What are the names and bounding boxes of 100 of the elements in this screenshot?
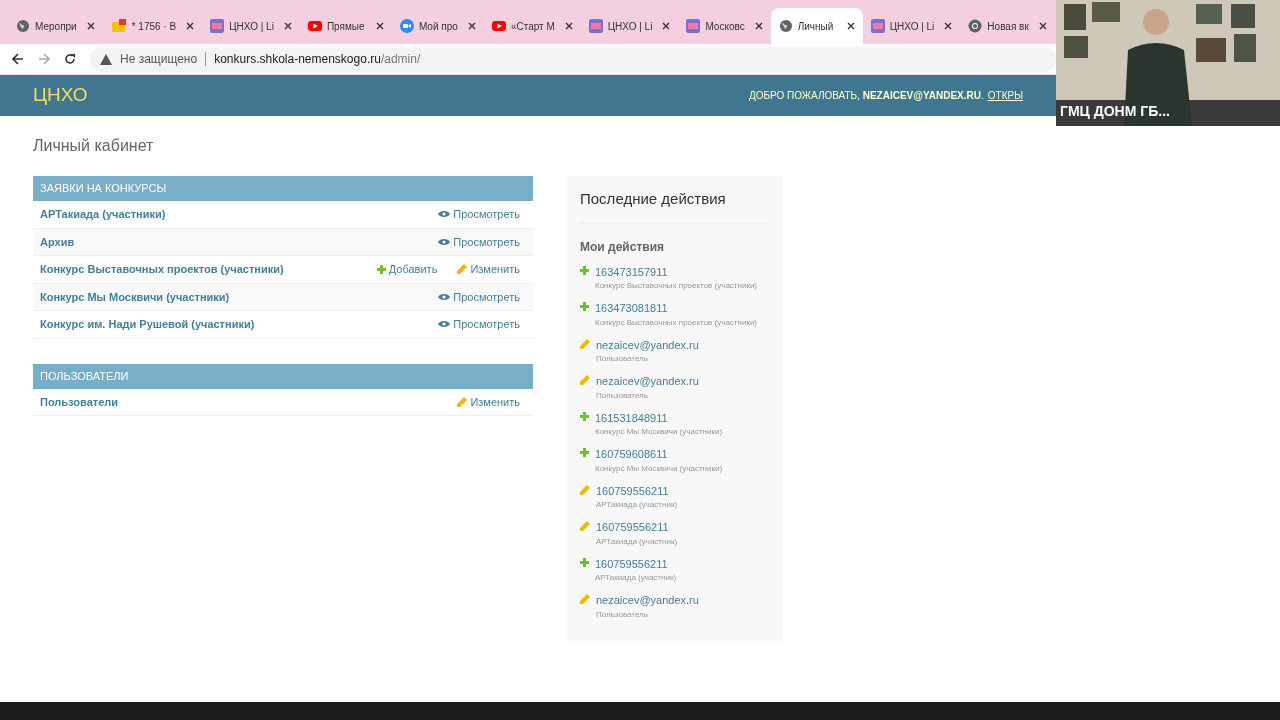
page-title: Личный кабинет bbox=[33, 136, 155, 156]
close-icon[interactable] bbox=[564, 22, 573, 30]
close-icon[interactable] bbox=[662, 22, 671, 30]
panel-title: Последние действия bbox=[580, 176, 770, 224]
pencil-icon bbox=[580, 484, 590, 495]
plus-icon bbox=[580, 265, 589, 275]
action-link[interactable]: 161531848911 bbox=[595, 409, 723, 426]
action-type: Конкурс Выставочных проектов (участники) bbox=[595, 280, 758, 292]
action-link[interactable]: Просмотреть bbox=[438, 206, 520, 223]
browser-tab[interactable]: ЦНХО | Li bbox=[862, 8, 961, 44]
browser-tab[interactable]: * 1756 · В bbox=[102, 8, 203, 44]
browser-tab[interactable]: ЦНХО | Li bbox=[580, 8, 679, 44]
browser-tab[interactable]: Меропри bbox=[8, 8, 103, 44]
action-link[interactable]: 160759556211 bbox=[596, 482, 678, 499]
action-type: Конкурс Мы Москвичи (участники) bbox=[595, 462, 723, 475]
model-link[interactable]: АРТакиада (участники) bbox=[40, 206, 439, 223]
action-link[interactable]: nezaicev@yandex.ru bbox=[596, 336, 699, 353]
action-type: Конкурс Выставочных проектов (участники) bbox=[595, 316, 758, 329]
pencil-icon bbox=[580, 375, 590, 385]
reload-icon[interactable] bbox=[64, 53, 76, 65]
action-type: Конкурс Мы Москвичи (участники) bbox=[595, 426, 723, 438]
tab-title: Прямые bbox=[326, 19, 365, 34]
url-text: konkurs.shkola-nemenskogo.ru/admin/ bbox=[214, 51, 421, 68]
browser-tab[interactable]: Мой про bbox=[391, 8, 484, 44]
action-type: Пользователь bbox=[596, 353, 649, 365]
eye-icon bbox=[438, 210, 451, 219]
action-link[interactable]: Добавить bbox=[376, 261, 438, 278]
warning-icon bbox=[100, 53, 112, 65]
chrome-icon bbox=[968, 19, 983, 33]
action-link[interactable]: Изменить bbox=[457, 393, 520, 410]
model-link[interactable]: Конкурс им. Нади Рушевой (участники) bbox=[40, 316, 439, 333]
action-link[interactable]: nezaicev@yandex.ru bbox=[596, 373, 699, 390]
model-link[interactable]: Архив bbox=[40, 233, 439, 250]
plus-icon bbox=[580, 411, 589, 421]
browser-tab[interactable]: Московс bbox=[678, 8, 771, 44]
action-link[interactable]: Просмотреть bbox=[438, 288, 520, 305]
globe-icon bbox=[778, 19, 793, 33]
action-type: АРТакиада (участник) bbox=[596, 499, 678, 511]
play-icon bbox=[307, 21, 322, 31]
module-caption: ПОЛЬЗОВАТЕЛИ bbox=[33, 363, 533, 389]
welcome-text: ДОБРО ПОЖАЛОВАТЬ, NEZAICEV@YANDEX.RU. bbox=[748, 89, 984, 103]
action-link[interactable]: 160759556211 bbox=[595, 555, 677, 572]
header-link[interactable]: ОТКРЫ bbox=[987, 88, 1023, 103]
action-link[interactable]: 163473157911 bbox=[595, 263, 758, 280]
browser-tab[interactable]: Личный bbox=[770, 8, 863, 44]
browser-tab[interactable]: «Старт М bbox=[483, 8, 581, 44]
tab-title: ЦНХО | Li bbox=[889, 19, 935, 34]
tab-title: Мой про bbox=[418, 19, 458, 34]
address-field[interactable]: Не защищено konkurs.shkola-nemenskogo.ru/admin/ bbox=[90, 46, 1056, 72]
action-link[interactable]: 160759608611 bbox=[595, 446, 723, 463]
close-icon[interactable] bbox=[283, 22, 292, 30]
browser-tab[interactable]: Прямые bbox=[299, 8, 392, 44]
action-type: Пользователь bbox=[596, 389, 649, 402]
participant-name: ГМЦ ДОНМ ГБ... bbox=[1060, 102, 1170, 121]
back-arrow-icon[interactable] bbox=[12, 53, 24, 65]
browser-tab[interactable]: ЦНХО | Li bbox=[202, 8, 300, 44]
tab-title: ЦНХО | Li bbox=[229, 19, 274, 34]
pencil-icon bbox=[457, 396, 468, 407]
logo-icon bbox=[210, 19, 225, 33]
action-link[interactable]: nezaicev@yandex.ru bbox=[596, 592, 699, 609]
security-label: Не защищено bbox=[120, 51, 198, 68]
site-brand[interactable]: ЦНХО bbox=[33, 81, 88, 110]
camera-icon bbox=[399, 19, 414, 33]
pencil-icon bbox=[580, 338, 590, 349]
close-icon[interactable] bbox=[846, 22, 855, 30]
action-link[interactable]: Изменить bbox=[457, 261, 520, 278]
action-type: АРТакиада (участник) bbox=[596, 535, 678, 548]
logo-icon bbox=[870, 19, 885, 33]
close-icon[interactable] bbox=[467, 22, 476, 30]
eye-icon bbox=[438, 292, 451, 301]
close-icon[interactable] bbox=[1038, 22, 1047, 30]
eye-icon bbox=[438, 320, 451, 329]
action-link[interactable]: 163473081811 bbox=[595, 300, 758, 317]
tab-title: Московс bbox=[705, 19, 745, 34]
action-link[interactable]: Просмотреть bbox=[438, 316, 520, 333]
action-link[interactable]: Просмотреть bbox=[438, 233, 520, 250]
close-icon[interactable] bbox=[754, 22, 763, 30]
eye-icon bbox=[438, 237, 451, 246]
tab-title: Меропри bbox=[35, 19, 77, 34]
tab-title: * 1756 · В bbox=[131, 19, 177, 34]
close-icon[interactable] bbox=[186, 22, 195, 30]
close-icon[interactable] bbox=[86, 22, 95, 30]
close-icon[interactable] bbox=[375, 22, 384, 30]
plus-icon bbox=[580, 557, 589, 567]
browser-tab[interactable]: Новая вк bbox=[960, 8, 1055, 44]
logo-icon bbox=[686, 19, 701, 33]
plus-icon bbox=[580, 302, 589, 311]
model-link[interactable]: Конкурс Мы Москвичи (участники) bbox=[40, 288, 439, 305]
envelope-icon bbox=[110, 19, 127, 33]
play-icon bbox=[491, 21, 506, 31]
tab-title: Личный bbox=[797, 19, 834, 34]
tab-title: ЦНХО | Li bbox=[607, 19, 653, 34]
model-link[interactable]: Пользователи bbox=[40, 393, 458, 410]
plus-icon bbox=[376, 264, 386, 274]
tab-title: «Старт М bbox=[510, 19, 555, 34]
globe-icon bbox=[16, 19, 30, 33]
panel-subtitle: Мои действия bbox=[580, 238, 665, 256]
close-icon[interactable] bbox=[944, 22, 953, 30]
model-link[interactable]: Конкурс Выставочных проектов (участники) bbox=[40, 261, 377, 278]
action-link[interactable]: 160759556211 bbox=[596, 519, 678, 536]
